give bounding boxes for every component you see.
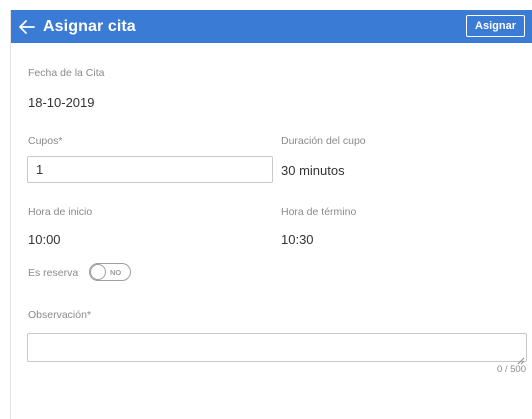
page-title: Asignar cita xyxy=(43,17,136,35)
slots-input[interactable] xyxy=(27,156,273,183)
observation-textarea[interactable] xyxy=(27,333,527,365)
start-time-label: Hora de inicio xyxy=(28,206,93,218)
header-bar: Asignar cita Asignar xyxy=(11,10,532,43)
reserve-toggle[interactable]: NO xyxy=(89,263,131,281)
date-label: Fecha de la Cita xyxy=(28,67,105,79)
assign-appointment-panel: Asignar cita Asignar Fecha de la Cita 18… xyxy=(10,10,532,419)
reserve-label: Es reserva xyxy=(28,267,79,279)
end-time-label: Hora de término xyxy=(281,206,357,218)
slot-duration-label: Duración del cupo xyxy=(281,135,366,147)
resize-grip-icon[interactable] xyxy=(517,352,525,365)
slots-label: Cupos* xyxy=(28,135,63,147)
date-value: 18-10-2019 xyxy=(28,95,95,110)
observation-label: Observación* xyxy=(28,309,92,321)
toggle-state-text: NO xyxy=(110,267,122,277)
toggle-knob xyxy=(90,264,106,280)
assign-button[interactable]: Asignar xyxy=(466,15,525,37)
arrow-left-icon[interactable] xyxy=(17,17,37,37)
character-counter: 0 / 500 xyxy=(496,364,526,375)
start-time-value: 10:00 xyxy=(28,232,61,247)
end-time-value: 10:30 xyxy=(281,232,314,247)
slot-duration-value: 30 minutos xyxy=(281,163,345,178)
